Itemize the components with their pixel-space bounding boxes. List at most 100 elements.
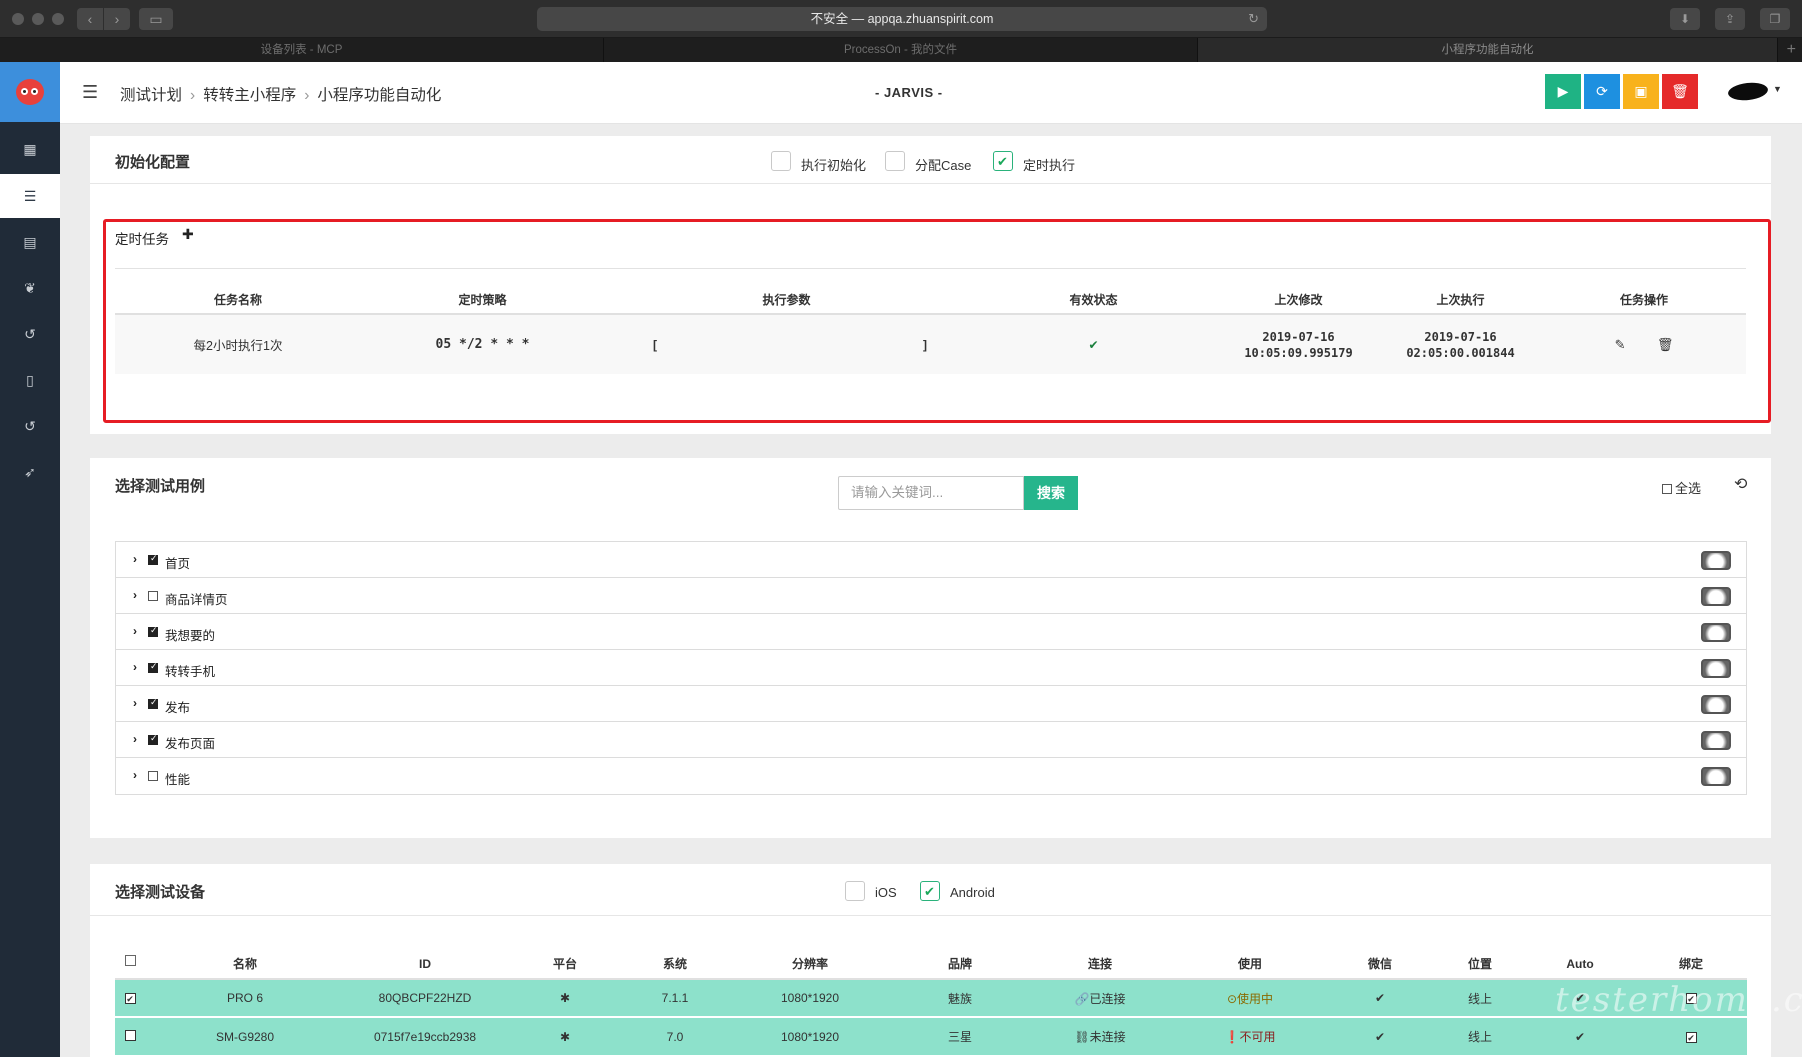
history-icon[interactable]: ↺ bbox=[0, 312, 60, 356]
sidebar-toggle-icon[interactable]: ▭ bbox=[139, 8, 173, 30]
refresh-icon: ⟳ bbox=[1596, 83, 1608, 99]
section-title: 选择测试用例 bbox=[115, 478, 206, 495]
case-checkbox[interactable] bbox=[148, 661, 158, 673]
new-tab-icon[interactable]: + bbox=[1787, 38, 1796, 62]
case-checkbox[interactable] bbox=[148, 625, 158, 637]
device-resolution: 1080*1920 bbox=[780, 991, 840, 1005]
table-row[interactable]: SM-G9280 0715f7e19ccb2938 ✱ 7.0 1080*192… bbox=[115, 1017, 1747, 1055]
list-item[interactable]: › 转转手机 bbox=[116, 650, 1746, 686]
app-logo[interactable] bbox=[0, 62, 60, 122]
assign-case-checkbox[interactable] bbox=[885, 151, 905, 171]
select-all[interactable]: 全选 bbox=[1662, 478, 1701, 497]
zoom-window-icon[interactable] bbox=[52, 13, 64, 25]
link-icon: 🔗 bbox=[1074, 991, 1090, 1006]
chevron-right-icon[interactable]: › bbox=[133, 552, 137, 566]
refresh-icon[interactable]: ⟲ bbox=[1734, 474, 1747, 494]
address-bar[interactable]: 不安全 — appqa.zhuanspirit.com ↻ bbox=[537, 7, 1267, 31]
download-icon[interactable]: ⬇ bbox=[1670, 8, 1700, 30]
android-checkbox[interactable] bbox=[920, 881, 940, 901]
browser-tab[interactable]: ProcessOn - 我的文件 bbox=[604, 38, 1198, 62]
chevron-right-icon[interactable]: › bbox=[133, 660, 137, 674]
row-check-icon[interactable]: ✔ bbox=[124, 993, 136, 1004]
breadcrumb-item[interactable]: 测试计划 bbox=[120, 87, 182, 104]
row-check-icon[interactable] bbox=[124, 1029, 136, 1041]
android-icon: ✱ bbox=[559, 1029, 571, 1044]
mobile-icon[interactable]: ▯ bbox=[0, 358, 60, 402]
refresh-button[interactable]: ⟳ bbox=[1584, 74, 1620, 109]
history-icon[interactable]: ↺ bbox=[0, 404, 60, 448]
scheduled-run-checkbox[interactable] bbox=[993, 151, 1013, 171]
device-name: PRO 6 bbox=[226, 991, 263, 1005]
wechat-check-icon: ✔ bbox=[1374, 1029, 1386, 1044]
case-checkbox[interactable] bbox=[148, 733, 158, 745]
send-icon[interactable]: ➶ bbox=[0, 450, 60, 494]
case-checkbox[interactable] bbox=[148, 697, 158, 709]
case-label: 商品详情页 bbox=[165, 593, 228, 607]
bind-check-icon[interactable]: ✔ bbox=[1685, 1031, 1697, 1043]
init-checkbox-label: 执行初始化 bbox=[801, 158, 867, 173]
section-title: 选择测试设备 bbox=[115, 884, 206, 901]
init-checkbox[interactable] bbox=[771, 151, 791, 171]
trash-icon: 🗑 bbox=[1671, 83, 1689, 99]
back-icon[interactable]: ‹ bbox=[77, 8, 103, 30]
bind-checkbox[interactable]: ✔ bbox=[1635, 1017, 1747, 1055]
chevron-right-icon[interactable]: › bbox=[133, 696, 137, 710]
select-all-checkbox[interactable] bbox=[1662, 484, 1672, 494]
ios-checkbox[interactable] bbox=[845, 881, 865, 901]
highlight-box bbox=[103, 219, 1771, 423]
search-button[interactable]: 搜索 bbox=[1024, 476, 1078, 510]
close-window-icon[interactable] bbox=[12, 13, 24, 25]
share-icon[interactable]: ⇪ bbox=[1715, 8, 1745, 30]
row-checkbox[interactable] bbox=[115, 1017, 145, 1055]
table-row[interactable]: ✔ PRO 6 80QBCPF22HZD ✱ 7.1.1 1080*1920 魅… bbox=[115, 979, 1747, 1017]
unlink-icon: ⛓ bbox=[1074, 1030, 1090, 1044]
column-header: Auto bbox=[1566, 956, 1594, 971]
row-checkbox[interactable]: ✔ bbox=[115, 979, 145, 1017]
list-item[interactable]: › 商品详情页 bbox=[116, 578, 1746, 614]
delete-button[interactable]: 🗑 bbox=[1662, 74, 1698, 109]
case-checkbox[interactable] bbox=[148, 591, 158, 601]
caret-down-icon[interactable]: ▼ bbox=[1773, 84, 1782, 94]
leaf-icon[interactable]: ❦ bbox=[0, 266, 60, 310]
list-item[interactable]: › 首页 bbox=[116, 542, 1746, 578]
reload-icon[interactable]: ↻ bbox=[1248, 7, 1259, 31]
column-header: 系统 bbox=[662, 957, 687, 971]
list-icon[interactable]: ☰ bbox=[0, 174, 60, 218]
list-item[interactable]: › 发布页面 bbox=[116, 722, 1746, 758]
chevron-right-icon[interactable]: › bbox=[133, 624, 137, 638]
chevron-right-icon[interactable]: › bbox=[133, 768, 137, 782]
grid-icon[interactable]: ▦ bbox=[0, 127, 60, 171]
ios-checkbox-label: iOS bbox=[875, 885, 897, 900]
case-checkbox[interactable] bbox=[148, 553, 158, 565]
case-checkbox[interactable] bbox=[148, 771, 158, 781]
avatar[interactable] bbox=[1727, 80, 1769, 103]
list-item[interactable]: › 性能 bbox=[116, 758, 1746, 794]
chevron-right-icon[interactable]: › bbox=[133, 588, 137, 602]
device-location: 线上 bbox=[1467, 1030, 1492, 1044]
search-input[interactable]: 请输入关键词... bbox=[838, 476, 1024, 510]
breadcrumb-item[interactable]: 小程序功能自动化 bbox=[317, 87, 441, 104]
breadcrumb-item[interactable]: 转转主小程序 bbox=[203, 87, 296, 104]
select-all-label: 全选 bbox=[1675, 481, 1702, 496]
play-button[interactable]: ▶ bbox=[1545, 74, 1581, 109]
menu-icon[interactable]: ☰ bbox=[82, 82, 98, 103]
select-all-devices-checkbox[interactable] bbox=[124, 954, 136, 966]
forward-icon[interactable]: › bbox=[104, 8, 130, 30]
minimize-window-icon[interactable] bbox=[32, 13, 44, 25]
browser-tab-active[interactable]: 小程序功能自动化 bbox=[1198, 38, 1778, 62]
case-label: 性能 bbox=[165, 773, 191, 787]
list-item[interactable]: › 我想要的 bbox=[116, 614, 1746, 650]
column-header: 微信 bbox=[1367, 957, 1392, 971]
column-header: 名称 bbox=[232, 957, 257, 971]
save-button[interactable]: ▣ bbox=[1623, 74, 1659, 109]
app-title: - JARVIS - bbox=[875, 85, 943, 100]
table-icon[interactable]: ▤ bbox=[0, 220, 60, 264]
device-resolution: 1080*1920 bbox=[780, 1029, 840, 1044]
case-tree: › 首页 › 商品详情页 › 我想要的 › 转转手机 › 发布 › 发布页面 › 性能 bbox=[115, 541, 1747, 795]
chevron-right-icon[interactable]: › bbox=[133, 732, 137, 746]
connection-label: 已连接 bbox=[1089, 991, 1126, 1006]
list-item[interactable]: › 发布 bbox=[116, 686, 1746, 722]
browser-tab[interactable]: 设备列表 - MCP bbox=[0, 38, 604, 62]
tabs-overview-icon[interactable]: ❐ bbox=[1760, 8, 1790, 30]
select-all-devices[interactable] bbox=[115, 949, 145, 979]
